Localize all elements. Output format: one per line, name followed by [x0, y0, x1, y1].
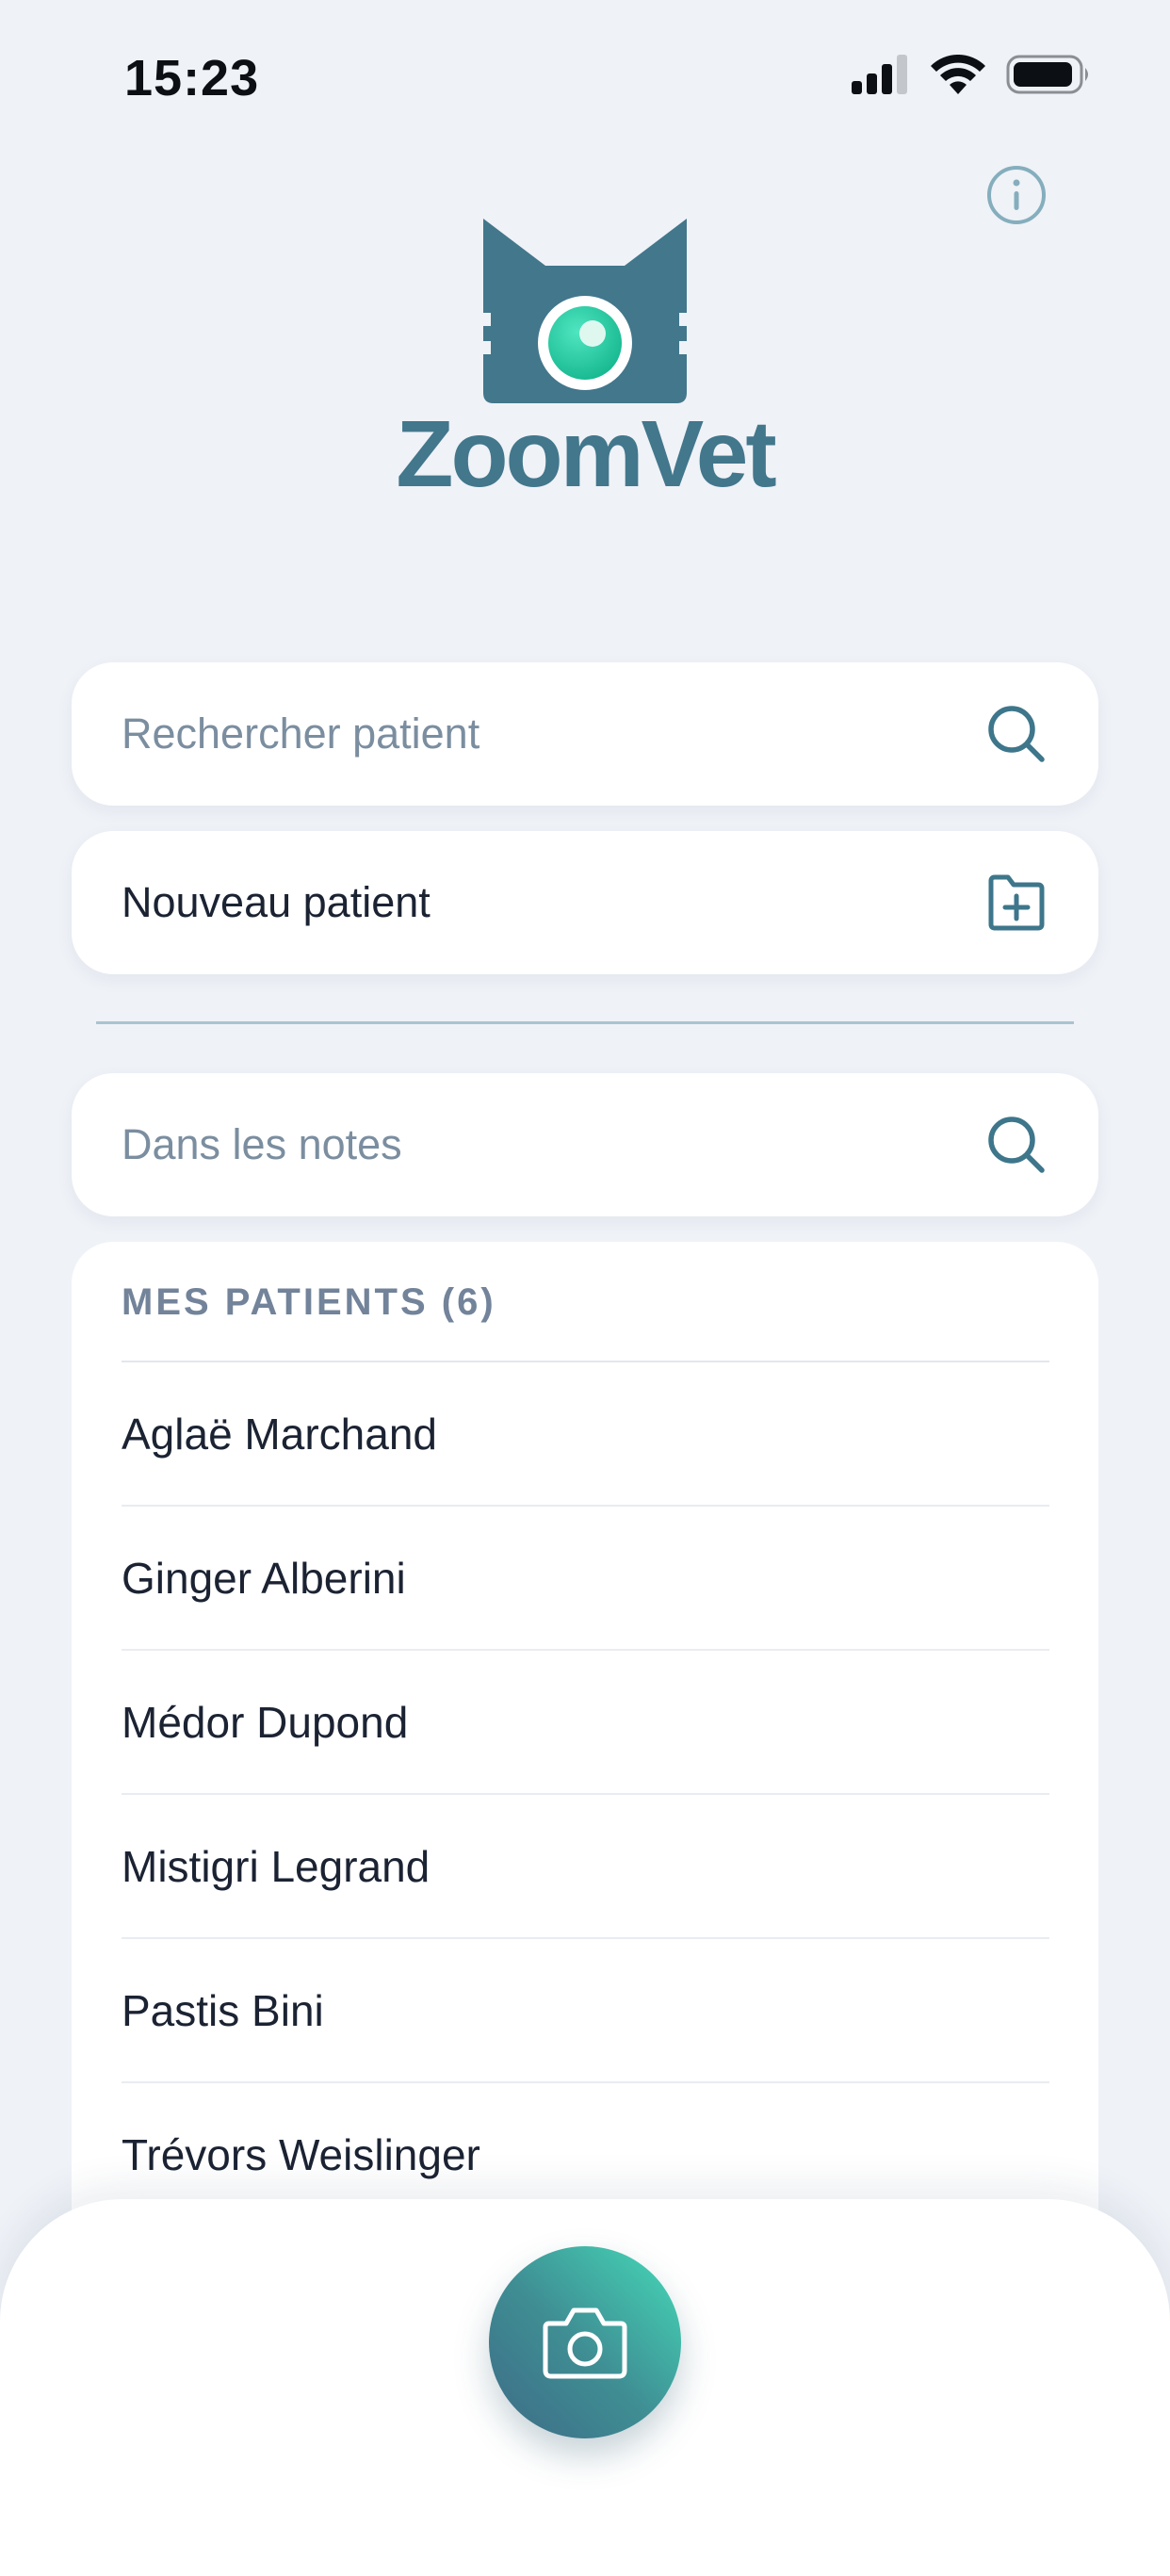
wifi-icon [931, 55, 985, 94]
info-button[interactable] [985, 164, 1048, 226]
search-input[interactable]: Rechercher patient [122, 709, 983, 758]
cellular-signal-icon [852, 55, 907, 94]
search-icon [988, 706, 1045, 762]
notes-search-button[interactable] [983, 1112, 1049, 1178]
new-patient-button[interactable]: Nouveau patient [72, 831, 1098, 974]
search-button[interactable] [983, 701, 1049, 767]
new-patient-label: Nouveau patient [122, 878, 431, 926]
patients-list: MES PATIENTS (6) Aglaë Marchand Ginger A… [72, 1242, 1098, 2259]
app-logo: ZoomVet [382, 219, 788, 501]
status-icons [852, 55, 1091, 94]
info-icon [987, 166, 1046, 224]
patient-list-item[interactable]: Médor Dupond [122, 1651, 1049, 1795]
patient-list-item[interactable]: Ginger Alberini [122, 1507, 1049, 1651]
status-time: 15:23 [124, 50, 260, 106]
patients-list-header: MES PATIENTS (6) [122, 1242, 1049, 1362]
battery-icon [1006, 55, 1088, 94]
logo-text: ZoomVet [396, 401, 776, 507]
section-divider [96, 1021, 1074, 1024]
camera-button[interactable] [489, 2246, 681, 2438]
search-patient-field[interactable]: Rechercher patient [72, 662, 1098, 806]
notes-search-input[interactable]: Dans les notes [122, 1120, 983, 1169]
camera-icon [543, 2307, 627, 2379]
patient-list-item[interactable]: Aglaë Marchand [122, 1362, 1049, 1507]
folder-plus-icon [988, 874, 1045, 931]
cat-camera-logo-icon [472, 219, 698, 403]
patient-list-item[interactable]: Pastis Bini [122, 1939, 1049, 2083]
patient-list-item[interactable]: Mistigri Legrand [122, 1795, 1049, 1939]
search-icon [988, 1117, 1045, 1173]
notes-search-field[interactable]: Dans les notes [72, 1073, 1098, 1216]
new-patient-icon-button[interactable] [983, 870, 1049, 936]
